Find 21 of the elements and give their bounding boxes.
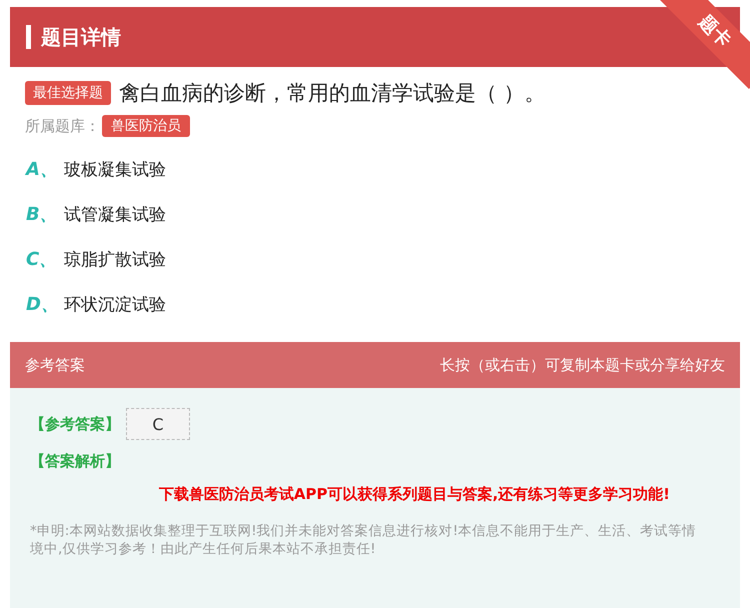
question-text: 禽白血病的诊断，常用的血清学试验是（ ）。 [119,80,546,107]
option-text: 玻板凝集试验 [64,158,166,180]
option-text: 试管凝集试验 [64,204,166,226]
answer-title: 参考答案 [25,356,85,374]
option-letter: C、 [26,248,58,271]
answer-label: 【参考答案】 [30,414,120,434]
answer-value: C [126,408,190,440]
option-letter: B、 [26,203,59,226]
promo-text: 下载兽医防治员考试APP可以获得系列题目与答案,还有练习等更多学习功能! [158,485,671,504]
option-letter: A、 [26,158,59,181]
analysis-label: 【答案解析】 [30,452,121,471]
bank-label: 所属题库： [25,116,100,136]
page-title: 题目详情 [41,24,121,50]
disclaimer-text: *申明:本网站数据收集整理于互联网!我们并未能对答案信息进行核对!本信息不能用于生产、生活、考试等情境中,仅供学习参考！由此产生任何后果本站不承担责任! [30,522,698,558]
bank-badge[interactable]: 兽医防治员 [102,115,190,137]
share-hint: 长按（或右击）可复制本题卡或分享给好友 [440,356,725,374]
option-text: 琼脂扩散试验 [64,248,166,270]
option-text: 环状沉淀试验 [64,294,166,316]
option-letter: D、 [26,293,60,316]
title-marker [26,25,31,49]
question-type-badge: 最佳选择题 [25,81,111,105]
